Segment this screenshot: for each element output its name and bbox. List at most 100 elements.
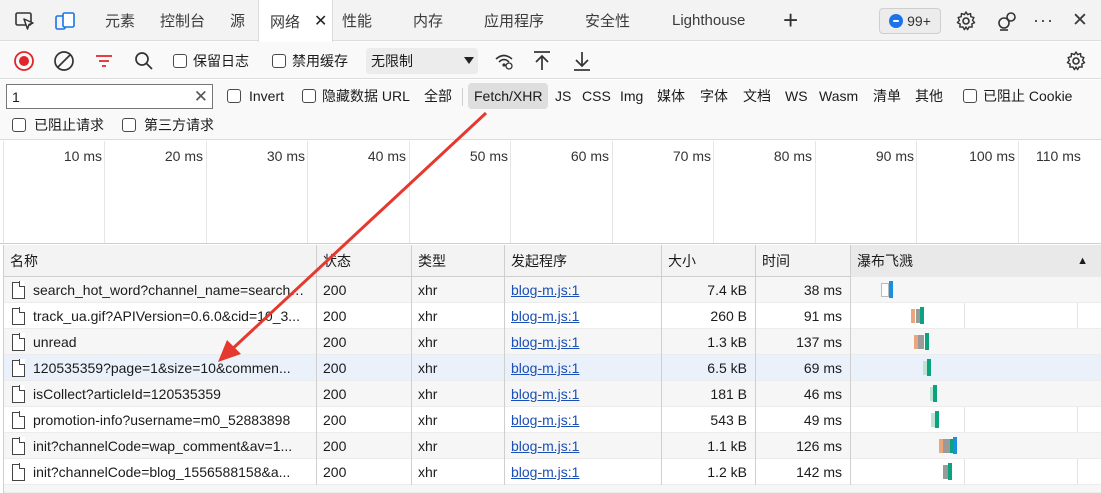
tab-console[interactable]: 控制台 [160, 0, 205, 41]
filter-type-manifest[interactable]: 清单 [871, 82, 903, 110]
type-cell: xhr [412, 303, 505, 329]
table-row[interactable]: init?channelCode=blog_1556588158&a... 20… [4, 459, 1101, 485]
size-cell: 181 B [662, 381, 756, 407]
overview-gridline [409, 141, 410, 243]
initiator-link[interactable]: blog-m.js:1 [511, 386, 579, 402]
filter-type-other[interactable]: 其他 [913, 82, 945, 110]
tick-label: 20 ms [164, 148, 203, 164]
initiator-link[interactable]: blog-m.js:1 [511, 308, 579, 324]
initiator-cell: blog-m.js:1 [505, 407, 662, 433]
preserve-log-checkbox[interactable]: 保留日志 [173, 42, 249, 79]
tab-lighthouse[interactable]: Lighthouse [672, 0, 745, 41]
clear-filter-icon[interactable]: ✕ [194, 87, 208, 107]
filter-type-img[interactable]: Img [618, 82, 645, 110]
column-waterfall-header[interactable]: 瀑布飞溅 ▲ [851, 245, 1101, 277]
more-options-icon[interactable]: ··· [1033, 0, 1054, 41]
filter-type-css[interactable]: CSS [580, 82, 613, 110]
hide-data-urls-checkbox[interactable]: 隐藏数据 URL [302, 82, 410, 110]
tab-elements[interactable]: 元素 [105, 0, 135, 41]
table-row[interactable]: 120535359?page=1&size=10&commen... 200 x… [4, 355, 1101, 381]
table-row[interactable]: track_ua.gif?APIVersion=0.6.0&cid=10_3..… [4, 303, 1101, 329]
initiator-link[interactable]: blog-m.js:1 [511, 438, 579, 454]
column-initiator-header[interactable]: 发起程序 [505, 245, 662, 277]
tab-memory[interactable]: 内存 [413, 0, 443, 41]
tab-network[interactable]: 网络 ✕ [258, 0, 333, 42]
column-type-header[interactable]: 类型 [412, 245, 505, 277]
overview-gridline [307, 141, 308, 243]
tab-performance[interactable]: 性能 [342, 0, 372, 41]
disable-cache-checkbox[interactable]: 禁用缓存 [272, 42, 348, 79]
filter-type-all[interactable]: 全部 [422, 82, 454, 110]
document-icon [12, 333, 26, 351]
tab-application[interactable]: 应用程序 [484, 0, 544, 41]
filter-type-fetch-xhr[interactable]: Fetch/XHR [468, 83, 549, 109]
table-row[interactable] [4, 485, 1101, 493]
header-label: 状态 [323, 253, 351, 269]
filter-type-media[interactable]: 媒体 [655, 82, 687, 110]
download-icon[interactable] [572, 42, 592, 79]
search-icon[interactable] [134, 42, 154, 79]
column-name-header[interactable]: 名称 [4, 245, 317, 277]
clear-icon[interactable] [53, 42, 75, 79]
filter-type-js[interactable]: JS [553, 82, 573, 110]
waterfall-bar-download [953, 437, 957, 454]
gear-icon[interactable] [953, 8, 979, 34]
table-row[interactable]: promotion-info?username=m0_52883898 200 … [4, 407, 1101, 433]
table-row[interactable]: unread 200 xhr blog-m.js:1 1.3 kB 137 ms [4, 329, 1101, 355]
throttling-select[interactable]: 无限制 [366, 48, 478, 74]
request-name: track_ua.gif?APIVersion=0.6.0&cid=10_3..… [33, 308, 300, 324]
initiator-cell: blog-m.js:1 [505, 303, 662, 329]
waterfall-cell [851, 277, 1101, 303]
third-party-checkbox[interactable]: 第三方请求 [122, 111, 214, 139]
blocked-cookies-checkbox[interactable]: 已阻止 Cookie [963, 82, 1072, 110]
sort-ascending-icon[interactable]: ▲ [1077, 255, 1088, 267]
initiator-link[interactable]: blog-m.js:1 [511, 412, 579, 428]
tab-label: Lighthouse [672, 12, 746, 29]
network-conditions-icon[interactable] [493, 42, 515, 79]
add-tab-icon[interactable]: + [783, 0, 798, 41]
document-icon [12, 437, 26, 455]
type-cell: xhr [412, 355, 505, 381]
tab-label: 安全性 [585, 13, 631, 30]
tick-label: 70 ms [672, 148, 711, 164]
tick-label: 40 ms [367, 148, 406, 164]
table-row[interactable]: search_hot_word?channel_name=search_... … [4, 277, 1101, 303]
blocked-requests-checkbox[interactable]: 已阻止请求 [12, 111, 104, 139]
filter-type-font[interactable]: 字体 [698, 82, 730, 110]
issues-badge[interactable]: 99+ [879, 8, 941, 34]
initiator-cell: blog-m.js:1 [505, 329, 662, 355]
header-label: 大小 [668, 253, 696, 269]
initiator-link[interactable]: blog-m.js:1 [511, 464, 579, 480]
initiator-link[interactable]: blog-m.js:1 [511, 282, 579, 298]
close-devtools-icon[interactable]: ✕ [1072, 0, 1088, 41]
initiator-cell: blog-m.js:1 [505, 381, 662, 407]
table-row[interactable]: isCollect?articleId=120535359 200 xhr bl… [4, 381, 1101, 407]
customize-icon[interactable] [994, 8, 1020, 34]
record-icon[interactable] [13, 42, 35, 79]
table-row[interactable]: init?channelCode=wap_comment&av=1... 200… [4, 433, 1101, 459]
settings-icon[interactable] [1065, 42, 1087, 79]
column-time-header[interactable]: 时间 [756, 245, 851, 277]
type-cell: xhr [412, 277, 505, 303]
tab-sources[interactable]: 源 [230, 0, 245, 41]
inspect-icon[interactable] [12, 8, 38, 34]
column-size-header[interactable]: 大小 [662, 245, 756, 277]
filter-type-ws[interactable]: WS [783, 82, 810, 110]
filter-icon[interactable] [94, 42, 114, 79]
filter-input[interactable]: 1 ✕ [6, 84, 213, 109]
tab-security[interactable]: 安全性 [585, 0, 630, 41]
throttling-value: 无限制 [371, 53, 413, 69]
table-header: 名称 状态 类型 发起程序 大小 时间 瀑布飞溅 ▲ [4, 245, 1101, 277]
column-status-header[interactable]: 状态 [317, 245, 412, 277]
filter-type-doc[interactable]: 文档 [741, 82, 773, 110]
invert-checkbox[interactable]: Invert [227, 82, 284, 110]
name-cell: unread [4, 329, 317, 355]
checkbox-box [173, 53, 187, 68]
initiator-link[interactable]: blog-m.js:1 [511, 360, 579, 376]
device-icon[interactable] [52, 8, 78, 34]
filter-type-wasm[interactable]: Wasm [817, 82, 860, 110]
close-tab-icon[interactable]: ✕ [314, 11, 327, 31]
initiator-link[interactable]: blog-m.js:1 [511, 334, 579, 350]
timeline-overview[interactable]: 10 ms 20 ms 30 ms 40 ms 50 ms 60 ms 70 m… [0, 141, 1101, 244]
upload-icon[interactable] [532, 42, 552, 79]
